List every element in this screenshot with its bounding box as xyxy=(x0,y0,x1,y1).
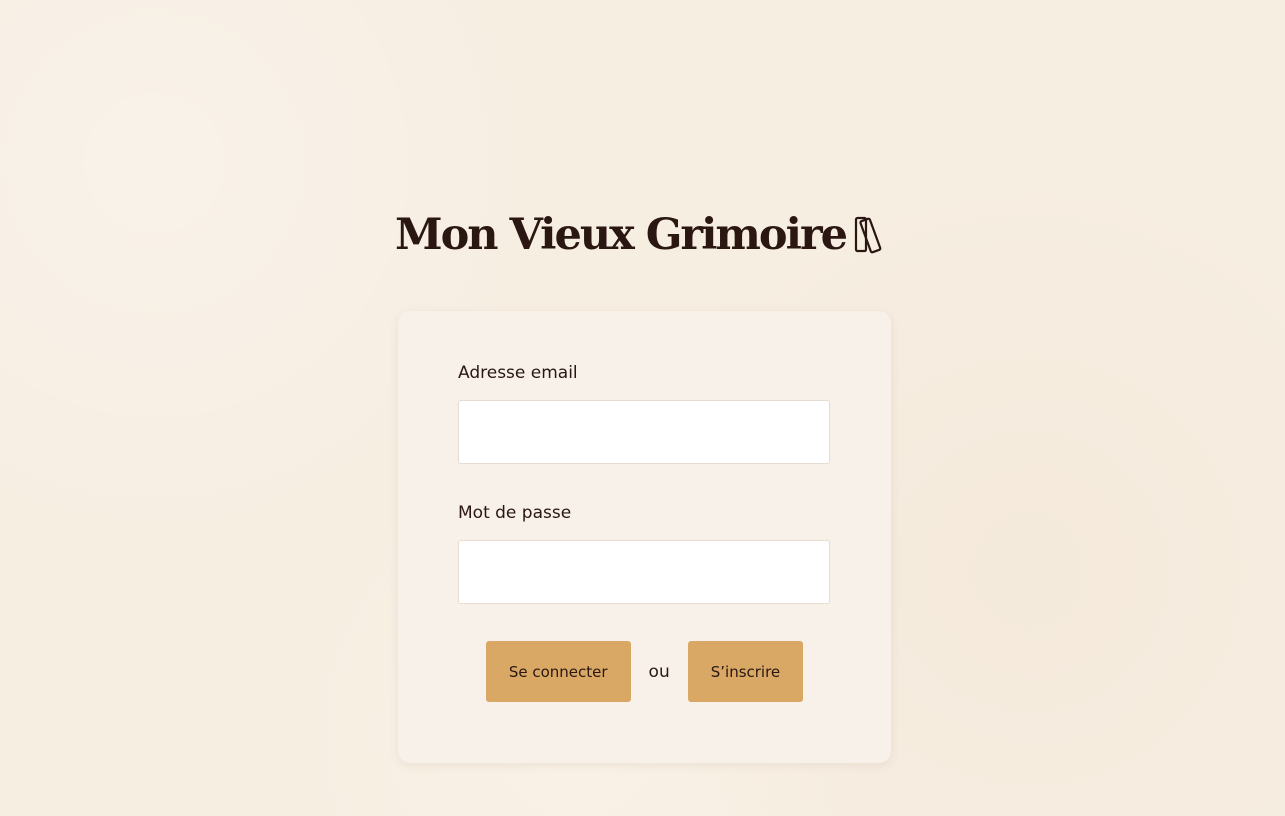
signup-button[interactable]: S’inscrire xyxy=(687,641,804,702)
login-card: Adresse email Mot de passe Se connecter … xyxy=(398,311,891,763)
login-button[interactable]: Se connecter xyxy=(485,641,631,702)
email-field[interactable] xyxy=(458,400,830,464)
password-label: Mot de passe xyxy=(458,503,572,523)
email-label: Adresse email xyxy=(458,363,578,383)
books-icon xyxy=(854,215,890,255)
app-logo: Mon Vieux Grimoire xyxy=(0,205,1285,265)
app-title: Mon Vieux Grimoire xyxy=(395,210,848,260)
password-field[interactable] xyxy=(458,540,830,604)
form-actions: Se connecter ou S’inscrire xyxy=(458,641,831,702)
or-separator: ou xyxy=(648,661,670,682)
